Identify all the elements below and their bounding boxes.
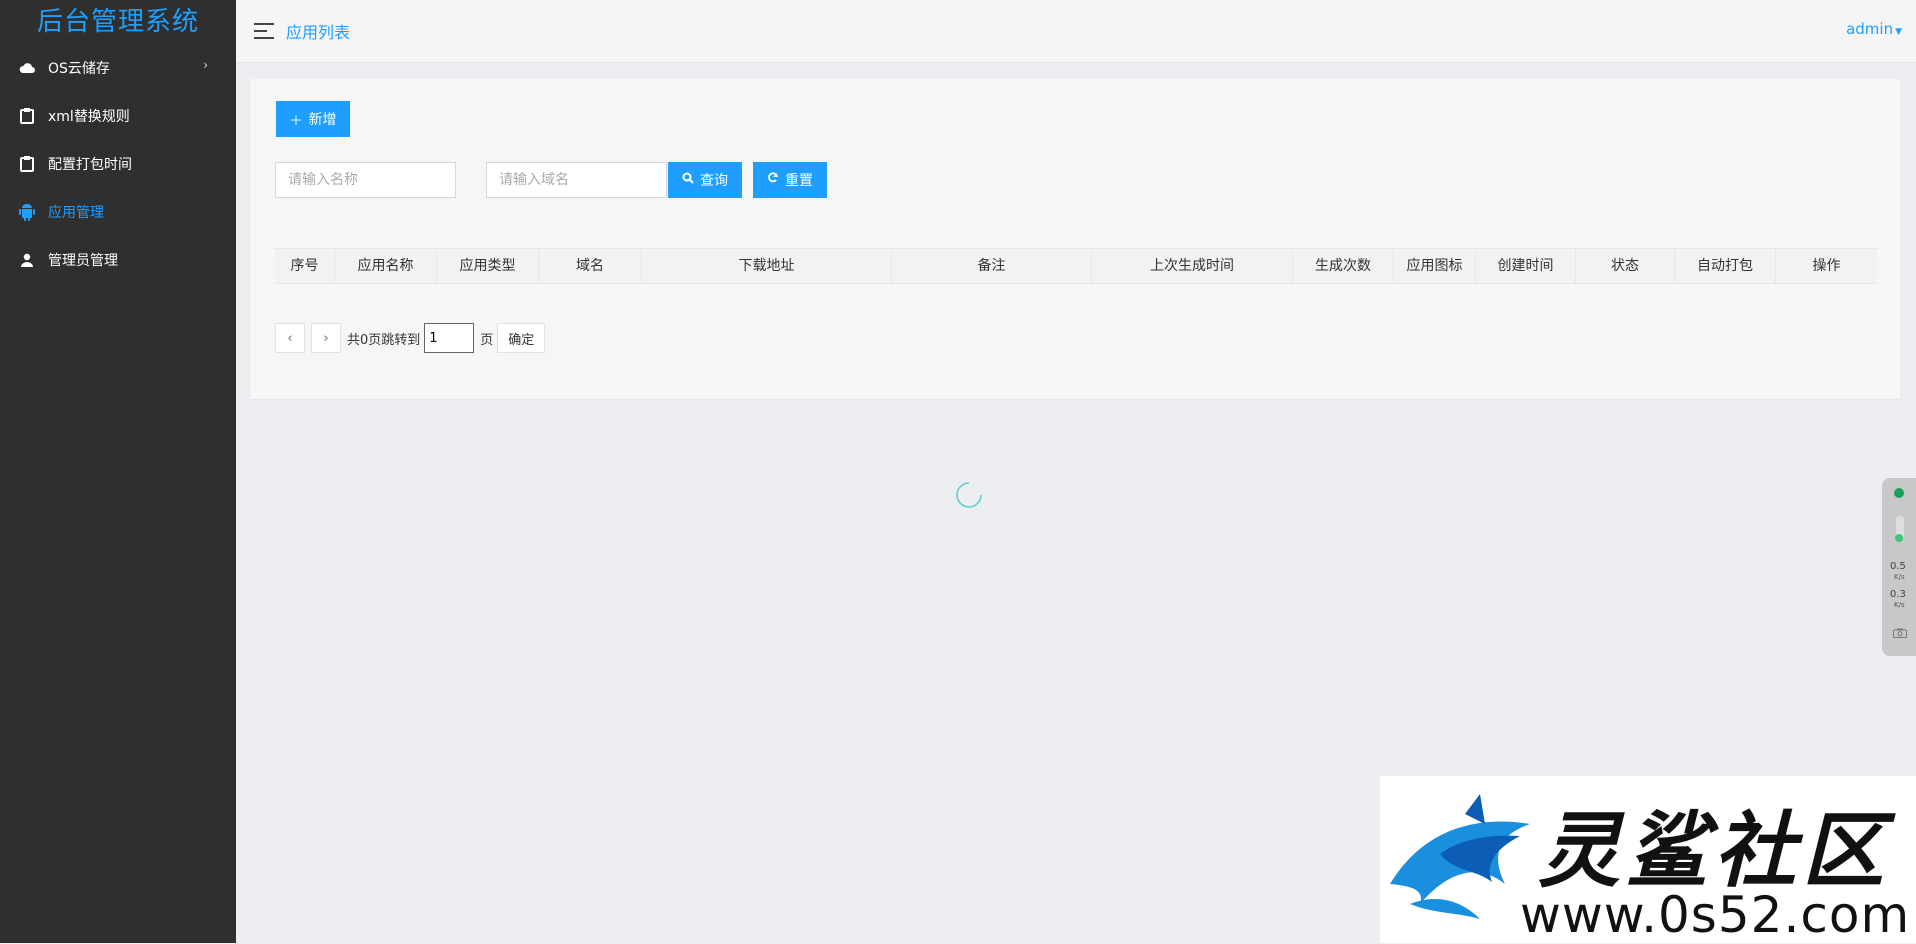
brand-title: 后台管理系统 xyxy=(36,7,199,37)
sidebar-item-os-cloud-storage[interactable]: OS云储存 › xyxy=(0,44,236,92)
sidebar-item-label: xml替换规则 xyxy=(48,109,130,125)
page-unit-text: 页 xyxy=(480,332,494,348)
sidebar-item-xml-rules[interactable]: xml替换规则 xyxy=(0,92,236,140)
column-header[interactable]: 域名 xyxy=(539,249,642,283)
column-header[interactable]: 上次生成时间 xyxy=(1092,249,1293,283)
sidebar-menu: OS云储存 › xml替换规则 配置打包时间 应用管理 管理员管理 xyxy=(0,44,236,284)
caret-down-icon: ▼ xyxy=(1895,27,1902,37)
plus-icon: ＋ xyxy=(289,113,303,129)
download-speed: 0.3 xyxy=(1890,589,1906,600)
app-table-header: 序号 应用名称 应用类型 域名 下载地址 备注 上次生成时间 生成次数 应用图标… xyxy=(275,248,1877,284)
column-header[interactable]: 备注 xyxy=(892,249,1092,283)
upload-unit: K/s xyxy=(1894,573,1905,581)
chevron-right-icon: › xyxy=(203,58,208,72)
page-title: 应用列表 xyxy=(286,23,351,42)
column-header[interactable]: 操作 xyxy=(1776,249,1877,283)
cloud-icon xyxy=(18,59,36,77)
name-search-input[interactable] xyxy=(275,162,456,198)
column-header[interactable]: 下载地址 xyxy=(642,249,892,283)
search-icon xyxy=(682,172,694,188)
user-icon xyxy=(18,251,36,269)
query-button-label: 查询 xyxy=(700,173,728,189)
username: admin xyxy=(1846,20,1894,38)
reset-button[interactable]: 重置 xyxy=(753,162,827,198)
sidebar-item-app-management[interactable]: 应用管理 xyxy=(0,188,236,236)
column-header[interactable]: 状态 xyxy=(1576,249,1675,283)
sidebar-item-label: 配置打包时间 xyxy=(48,157,132,173)
camera-icon[interactable] xyxy=(1893,628,1907,638)
sidebar-item-admin-management[interactable]: 管理员管理 xyxy=(0,236,236,284)
menu-toggle-icon[interactable] xyxy=(254,23,274,39)
column-header[interactable]: 生成次数 xyxy=(1293,249,1394,283)
refresh-icon xyxy=(767,172,779,188)
clipboard-icon xyxy=(18,107,36,125)
column-header[interactable]: 应用图标 xyxy=(1394,249,1476,283)
top-header: 应用列表 admin ▼ xyxy=(236,0,1916,63)
download-unit: K/s xyxy=(1894,601,1905,609)
user-menu[interactable]: admin ▼ xyxy=(1846,20,1902,38)
watermark-url: www.0s52.com xyxy=(1520,886,1911,944)
column-header[interactable]: 创建时间 xyxy=(1476,249,1576,283)
column-header[interactable]: 自动打包 xyxy=(1675,249,1776,283)
network-speed-widget[interactable]: 0.5 K/s 0.3 K/s xyxy=(1882,478,1916,656)
sidebar-item-pack-time[interactable]: 配置打包时间 xyxy=(0,140,236,188)
reset-button-label: 重置 xyxy=(785,173,813,189)
domain-search-input[interactable] xyxy=(486,162,667,198)
prev-page-button[interactable]: ‹ xyxy=(275,323,305,353)
page-jump-input[interactable] xyxy=(424,323,475,353)
sidebar-item-label: OS云储存 xyxy=(48,61,110,77)
sidebar: 后台管理系统 OS云储存 › xml替换规则 配置打包时间 应用管理 管理员管理 xyxy=(0,0,236,943)
page-confirm-button[interactable]: 确定 xyxy=(497,323,546,353)
next-page-button[interactable]: › xyxy=(311,323,341,353)
page-total-text: 共0页跳转到 xyxy=(347,332,421,348)
query-button[interactable]: 查询 xyxy=(668,162,742,198)
app-list-card: ＋ 新增 查询 重置 序号 应用名称 应用类型 域名 下载地址 备注 上次生成时… xyxy=(250,79,1900,399)
clipboard-icon xyxy=(18,155,36,173)
column-header[interactable]: 应用类型 xyxy=(437,249,539,283)
loading-spinner-icon xyxy=(956,482,982,508)
pagination: ‹ › 共0页跳转到 页 确定 xyxy=(275,323,546,353)
status-dot-icon xyxy=(1894,488,1904,498)
sidebar-item-label: 应用管理 xyxy=(48,205,104,221)
add-button[interactable]: ＋ 新增 xyxy=(276,101,350,137)
shark-logo-icon xyxy=(1390,794,1530,919)
add-button-label: 新增 xyxy=(308,112,337,128)
upload-speed: 0.5 xyxy=(1890,561,1906,572)
android-icon xyxy=(18,203,36,221)
sidebar-item-label: 管理员管理 xyxy=(48,253,118,269)
status-dot-icon xyxy=(1895,534,1903,542)
column-header[interactable]: 应用名称 xyxy=(335,249,437,283)
watermark-logo: 灵鲨社区 www.0s52.com xyxy=(1380,776,1916,944)
column-header[interactable]: 序号 xyxy=(275,249,335,283)
